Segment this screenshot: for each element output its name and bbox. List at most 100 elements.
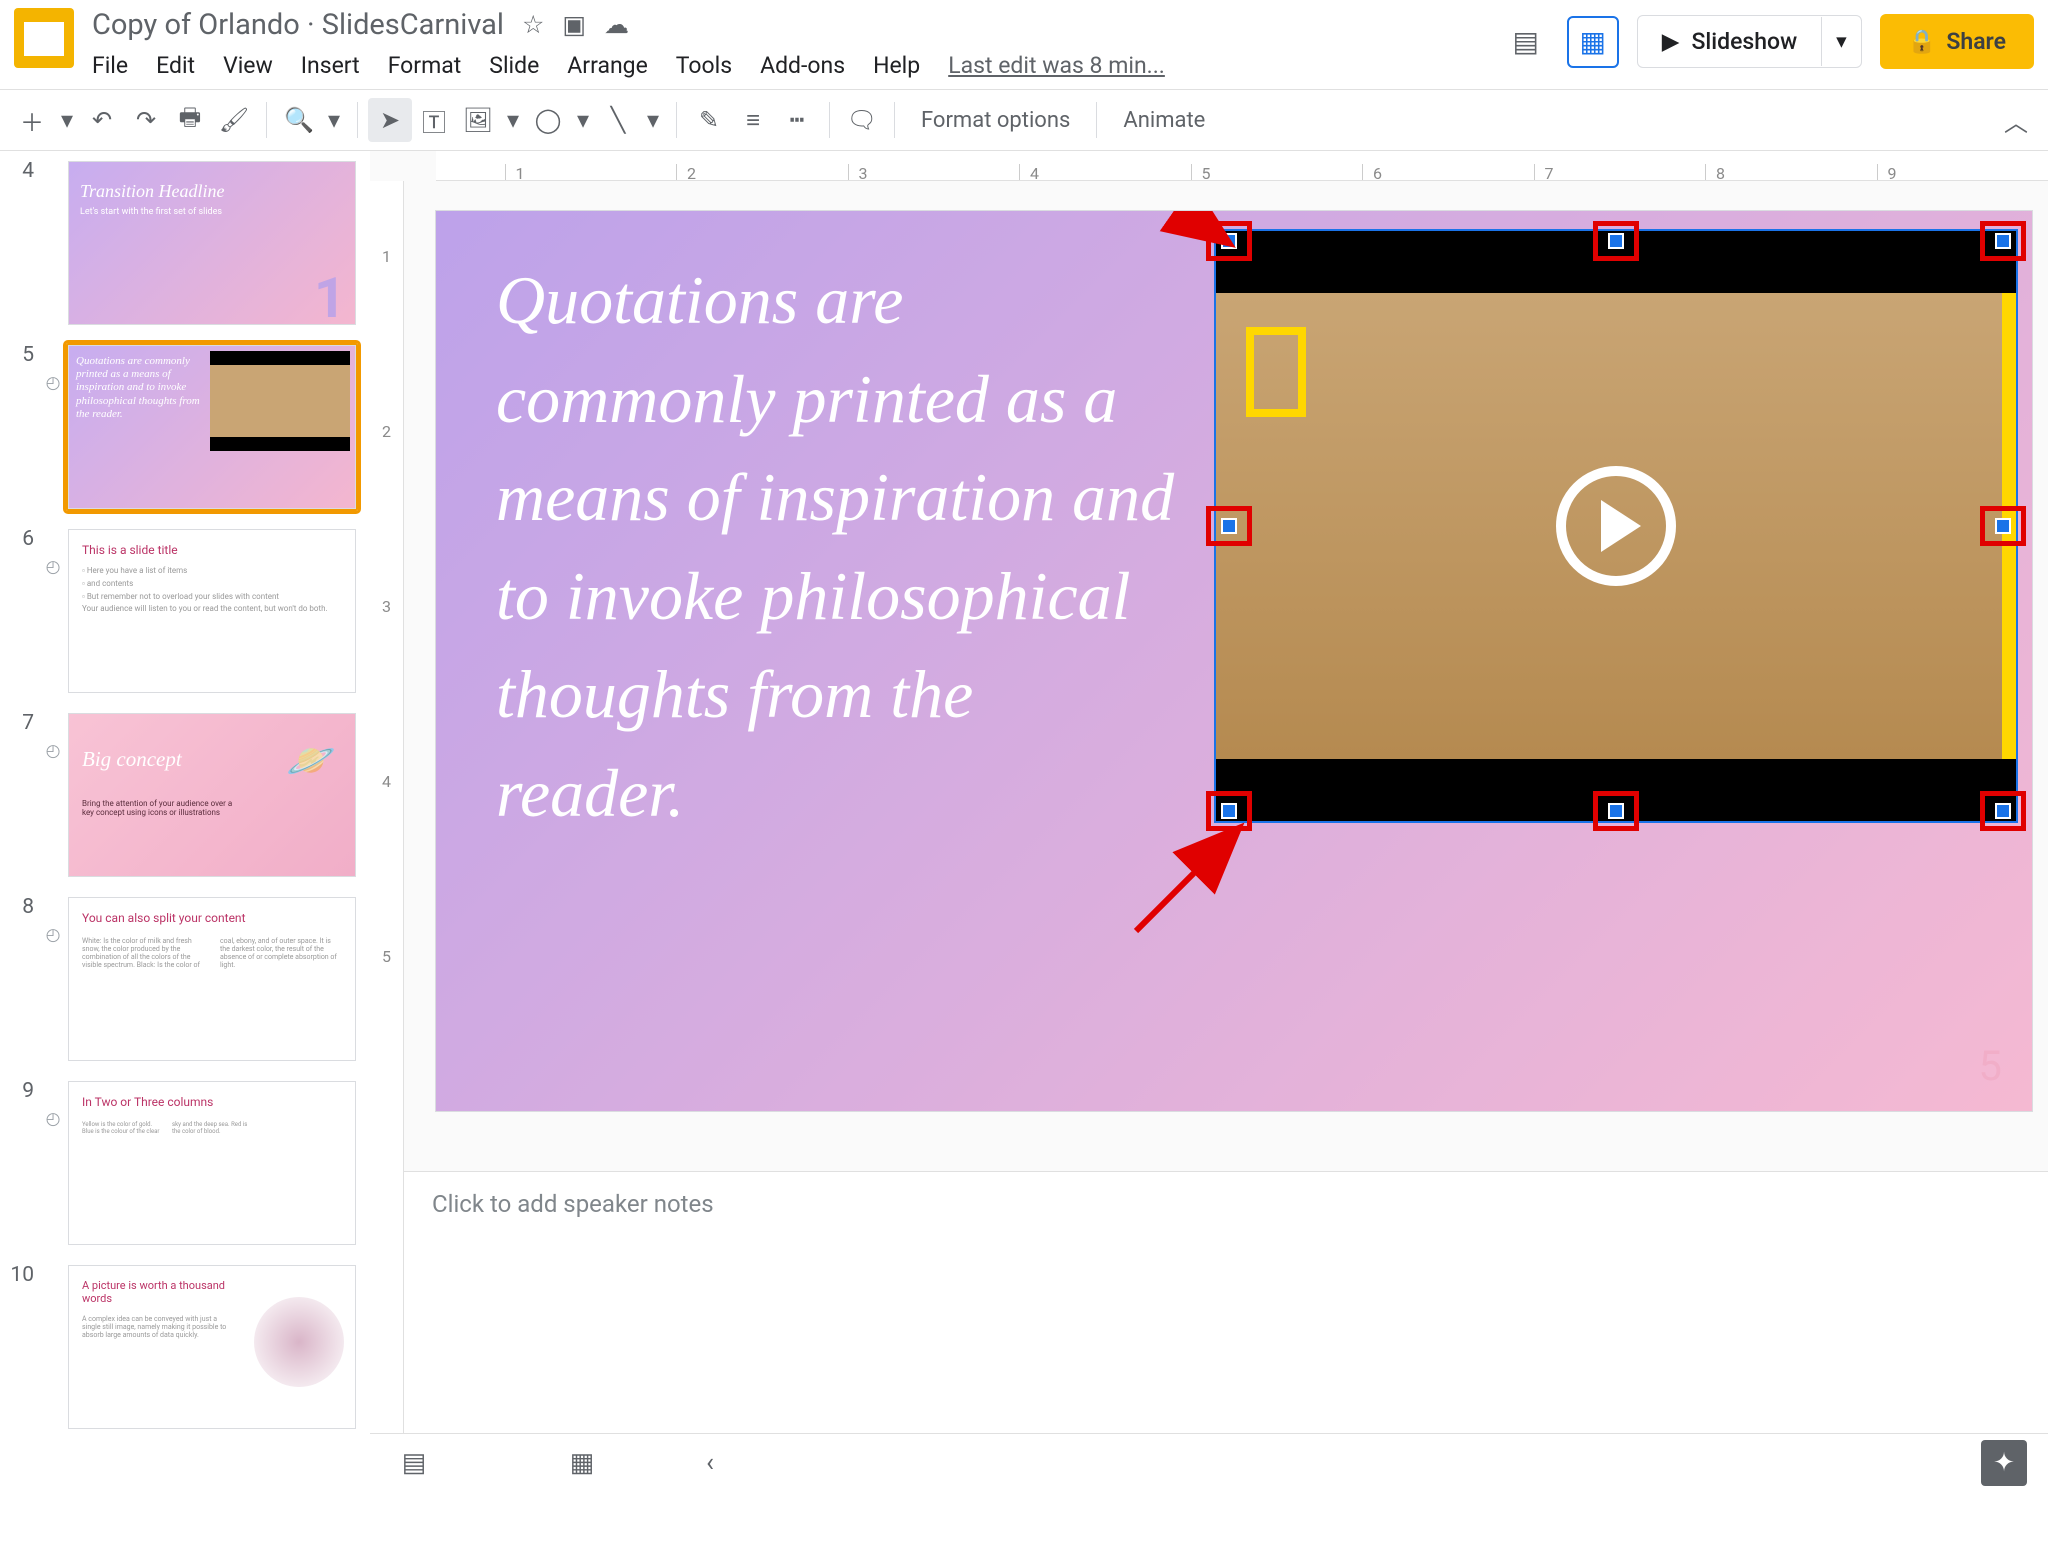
thumb-4[interactable]: Transition Headline Let's start with the… [66,159,358,327]
thumb-title: Transition Headline [80,181,225,202]
thumb-number: 10 [0,1263,40,1287]
menu-slide[interactable]: Slide [489,52,539,79]
grid-view-icon[interactable]: ▦ [558,1439,606,1487]
border-dash-icon[interactable]: ┅ [775,98,819,142]
shape-dropdown-icon[interactable]: ▾ [570,98,596,142]
select-tool-icon[interactable]: ➤ [368,98,412,142]
menu-bar: File Edit View Insert Format Slide Arran… [92,42,1503,79]
new-slide-dropdown-icon[interactable]: ▾ [54,98,80,142]
slides-logo-icon[interactable] [14,8,74,68]
resize-handle-top-middle[interactable] [1593,221,1639,261]
vertical-ruler[interactable]: 1 2 3 4 5 [370,181,404,1491]
menu-arrange[interactable]: Arrange [567,52,647,79]
resize-handle-bottom-left[interactable] [1206,791,1252,831]
print-icon[interactable]: 🖶 [168,98,212,142]
present-add-icon[interactable]: ▦ [1567,16,1619,68]
document-title[interactable]: Copy of Orlando · SlidesCarnival [92,8,504,42]
play-icon: ▶ [1662,28,1680,55]
menu-format[interactable]: Format [388,52,462,79]
line-icon[interactable]: ╲ [596,98,640,142]
resize-handle-top-left[interactable] [1206,221,1252,261]
comment-add-icon[interactable]: 🗨 [840,98,884,142]
resize-handle-bottom-right[interactable] [1980,791,2026,831]
animation-indicator-icon: ◴ [40,895,66,945]
resize-handle-top-right[interactable] [1980,221,2026,261]
thumb-8[interactable]: You can also split your content White: I… [66,895,358,1063]
thumb-bignum: 1 [314,265,346,331]
paint-format-icon[interactable]: 🖌 [212,98,256,142]
share-button[interactable]: 🔒 Share [1880,14,2034,69]
thumb-9[interactable]: In Two or Three columns Yellow is the co… [66,1079,358,1247]
image-icon[interactable]: 🖼 [456,98,500,142]
animation-indicator-icon [40,159,66,189]
menu-view[interactable]: View [223,52,273,79]
slideshow-dropdown-icon[interactable]: ▾ [1821,17,1861,66]
thumb-number: 7 [0,711,40,735]
thumb-title: A picture is worth a thousand words [82,1279,232,1305]
thumb-number: 8 [0,895,40,919]
animation-indicator-icon [40,1263,66,1293]
border-weight-icon[interactable]: ≡ [731,98,775,142]
resize-handle-middle-left[interactable] [1206,506,1252,546]
quote-text[interactable]: Quotations are commonly printed as a mea… [496,251,1176,843]
horizontal-ruler[interactable]: 1 2 3 4 5 6 7 8 9 [436,151,2048,181]
thumb-body: Let's start with the first set of slides [80,207,222,217]
move-icon[interactable]: ▣ [562,10,586,40]
textbox-icon[interactable]: 🅃 [412,98,456,142]
slideshow-button[interactable]: ▶ Slideshow ▾ [1637,15,1862,68]
filmstrip[interactable]: 4 Transition Headline Let's start with t… [0,151,370,1491]
slide-number: 5 [1978,1042,2002,1091]
play-icon[interactable] [1556,466,1676,586]
redo-icon[interactable]: ↷ [124,98,168,142]
thumb-5[interactable]: Quotations are commonly printed as a mea… [66,343,358,511]
explore-icon[interactable]: ✦ [1981,1440,2027,1486]
thumb-body: A complex idea can be conveyed with just… [82,1315,232,1339]
menu-edit[interactable]: Edit [156,52,195,79]
thumb-title: You can also split your content [82,911,246,925]
share-label: Share [1946,28,2006,55]
natgeo-logo-icon [1246,327,1306,417]
undo-icon[interactable]: ↶ [80,98,124,142]
format-options-button[interactable]: Format options [905,108,1086,133]
filmstrip-view-icon[interactable]: ▤ [390,1439,438,1487]
shape-icon[interactable]: ◯ [526,98,570,142]
image-dropdown-icon[interactable]: ▾ [500,98,526,142]
menu-help[interactable]: Help [873,52,920,79]
animation-indicator-icon: ◴ [40,1079,66,1129]
menu-insert[interactable]: Insert [301,52,360,79]
status-bar: ▤ ▦ ‹ ✦ [370,1433,2048,1491]
slide-canvas[interactable]: Quotations are commonly printed as a mea… [436,211,2032,1111]
comments-icon[interactable]: ▤ [1503,19,1549,65]
zoom-dropdown-icon[interactable]: ▾ [321,98,347,142]
thumb-number: 9 [0,1079,40,1103]
animation-indicator-icon: ◴ [40,711,66,761]
cloud-status-icon[interactable]: ☁ [604,10,629,40]
header: Copy of Orlando · SlidesCarnival ☆ ▣ ☁ F… [0,0,2048,79]
thumb-10[interactable]: A picture is worth a thousand words A co… [66,1263,358,1431]
thumb-6[interactable]: This is a slide title ▫ Here you have a … [66,527,358,695]
menu-file[interactable]: File [92,52,128,79]
thumb-number: 4 [0,159,40,183]
speaker-notes[interactable]: Click to add speaker notes [404,1171,2048,1236]
collapse-toolbar-icon[interactable]: ︿ [1994,98,2038,142]
video-element[interactable] [1216,231,2016,821]
toolbar: ＋ ▾ ↶ ↷ 🖶 🖌 🔍 ▾ ➤ 🅃 🖼 ▾ ◯ ▾ ╲ ▾ ✎ ≡ ┅ 🗨 … [0,90,2048,151]
animate-button[interactable]: Animate [1107,108,1221,133]
canvas-area: 1 2 3 4 5 6 7 8 9 1 2 3 4 5 Quotations a… [370,151,2048,1491]
last-edit-link[interactable]: Last edit was 8 min... [948,52,1165,79]
resize-handle-middle-right[interactable] [1980,506,2026,546]
resize-handle-bottom-middle[interactable] [1593,791,1639,831]
border-color-icon[interactable]: ✎ [687,98,731,142]
slideshow-label: Slideshow [1691,28,1797,55]
thumb-title: This is a slide title [82,543,178,557]
menu-addons[interactable]: Add-ons [760,52,845,79]
star-icon[interactable]: ☆ [522,10,544,40]
thumb-title: In Two or Three columns [82,1095,213,1109]
new-slide-icon[interactable]: ＋ [10,98,54,142]
chevron-left-icon[interactable]: ‹ [686,1439,734,1487]
zoom-icon[interactable]: 🔍 [277,98,321,142]
thumb-number: 5 [0,343,40,367]
line-dropdown-icon[interactable]: ▾ [640,98,666,142]
thumb-7[interactable]: Big concept Bring the attention of your … [66,711,358,879]
menu-tools[interactable]: Tools [676,52,732,79]
